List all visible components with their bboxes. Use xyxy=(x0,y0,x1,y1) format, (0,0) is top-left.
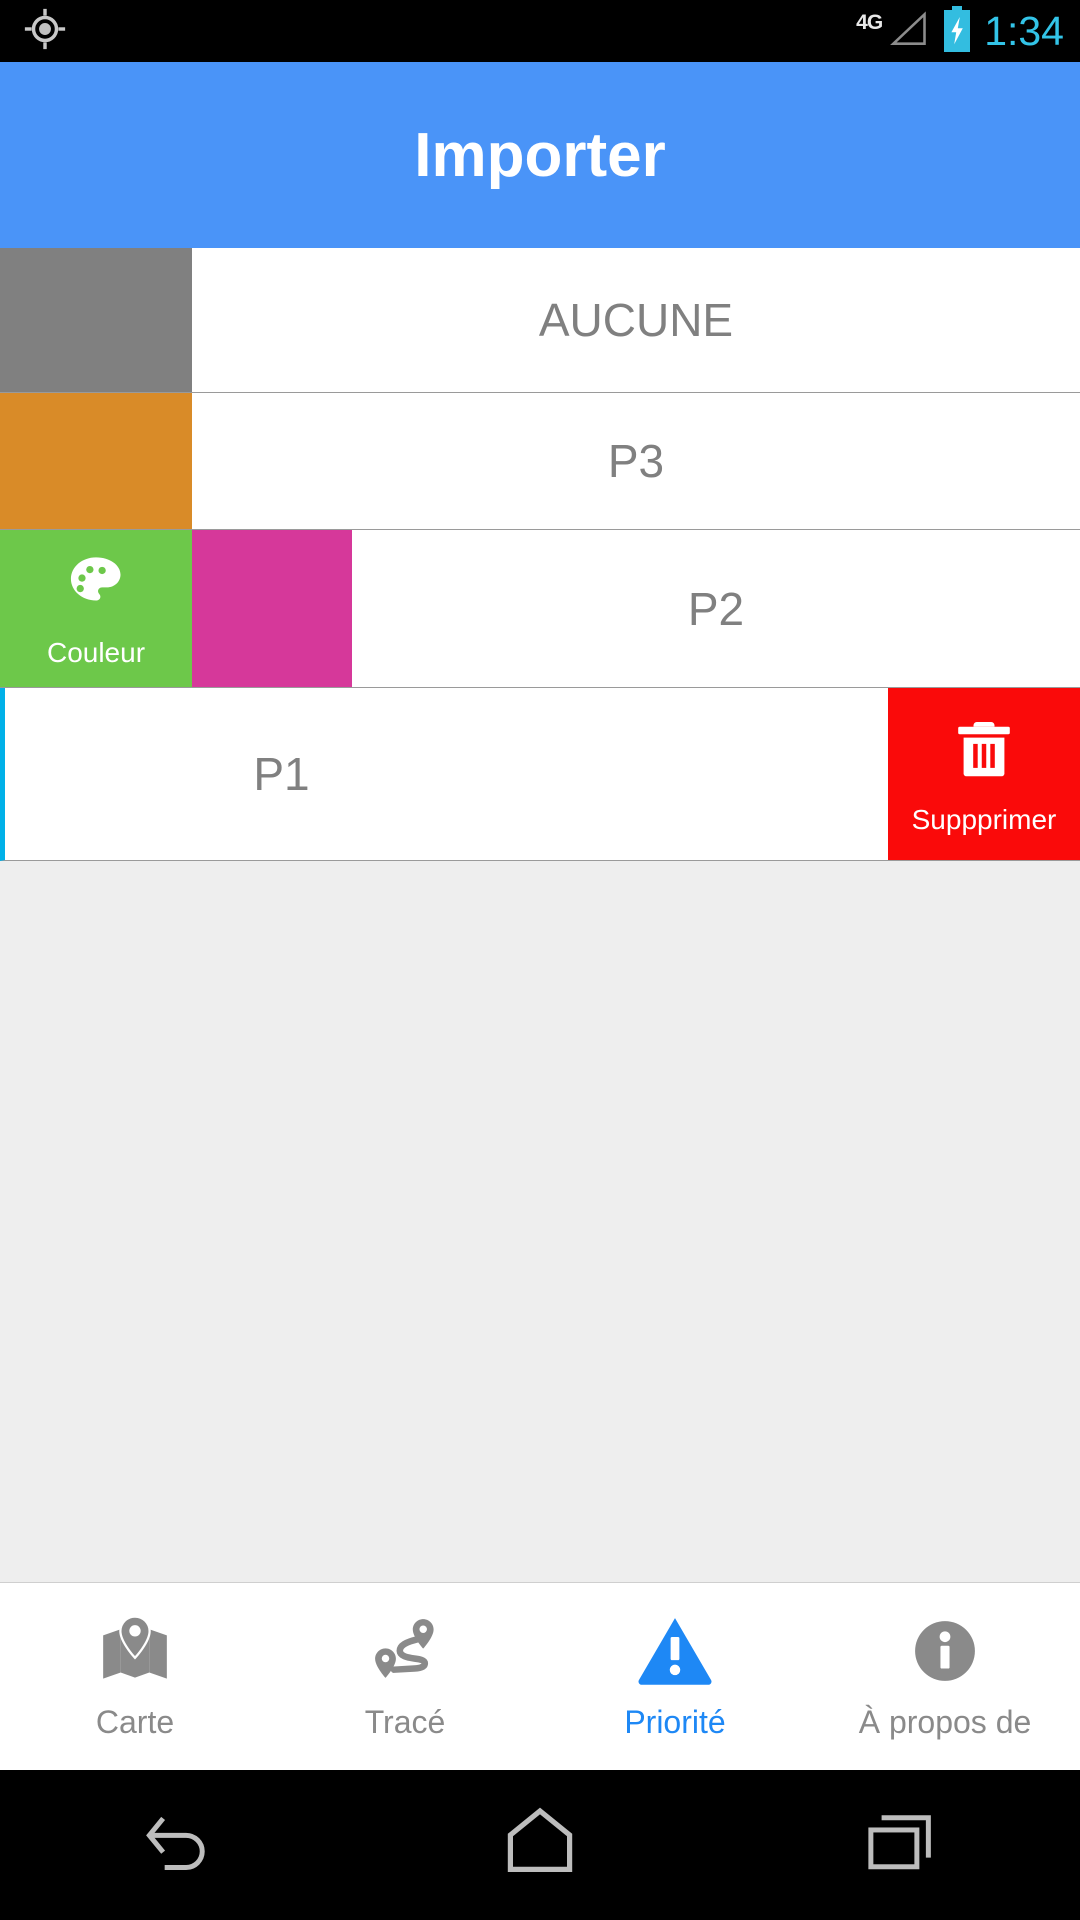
app-bar: Importer xyxy=(0,62,1080,248)
delete-action-button[interactable]: Suppprimer xyxy=(888,688,1080,860)
tab-label: Priorité xyxy=(624,1704,726,1740)
palette-icon xyxy=(61,548,131,623)
home-button[interactable] xyxy=(440,1770,640,1920)
table-row[interactable]: Couleur P2 xyxy=(0,530,1080,688)
battery-charging-icon xyxy=(940,5,974,58)
table-row[interactable]: P3 xyxy=(0,393,1080,530)
table-row[interactable]: AUCUNE xyxy=(0,248,1080,393)
row-label: P3 xyxy=(607,435,665,487)
trash-icon xyxy=(948,713,1020,790)
priority-list: AUCUNE P3 Couleur P2 P1 Suppprimer xyxy=(0,248,1080,861)
android-nav-bar xyxy=(0,1770,1080,1920)
table-row[interactable]: P1 Suppprimer xyxy=(0,688,1080,861)
row-label: P2 xyxy=(687,582,745,635)
home-icon xyxy=(492,1795,588,1896)
warning-triangle-icon xyxy=(633,1612,717,1690)
row-color-swatch[interactable] xyxy=(0,393,192,529)
signal-triangle-icon xyxy=(886,7,930,56)
color-action-button[interactable]: Couleur xyxy=(0,530,192,687)
tab-a-propos-de[interactable]: À propos de xyxy=(810,1583,1080,1770)
tab-carte[interactable]: Carte xyxy=(0,1583,270,1770)
recents-icon xyxy=(854,1797,946,1894)
back-arrow-icon xyxy=(134,1797,226,1894)
bottom-tab-bar: Carte Tracé Priorité À propos de xyxy=(0,1582,1080,1770)
tab-trace[interactable]: Tracé xyxy=(270,1583,540,1770)
status-bar-right: 4G 1:34 xyxy=(856,5,1064,58)
row-label: P1 xyxy=(253,748,310,800)
tab-label: Tracé xyxy=(364,1704,446,1740)
network-type-label: 4G xyxy=(856,10,883,34)
status-bar-left xyxy=(22,6,68,57)
tab-priorite[interactable]: Priorité xyxy=(540,1583,810,1770)
route-icon xyxy=(366,1612,444,1690)
tab-label: Carte xyxy=(95,1704,175,1740)
delete-action-label: Suppprimer xyxy=(911,803,1057,835)
gps-fixed-icon xyxy=(22,6,68,57)
page-title: Importer xyxy=(414,120,666,190)
recents-button[interactable] xyxy=(800,1770,1000,1920)
info-circle-icon xyxy=(906,1612,984,1690)
map-icon xyxy=(96,1612,174,1690)
row-label: AUCUNE xyxy=(538,294,734,346)
screen: 4G 1:34 Importer AUCUNE P3 Couleur P2 P1… xyxy=(0,0,1080,1920)
back-button[interactable] xyxy=(80,1770,280,1920)
status-bar: 4G 1:34 xyxy=(0,0,1080,62)
row-color-swatch[interactable] xyxy=(0,248,192,392)
clock-label: 1:34 xyxy=(984,7,1064,54)
row-color-swatch[interactable] xyxy=(192,530,352,687)
color-action-label: Couleur xyxy=(46,637,146,668)
tab-label: À propos de xyxy=(858,1704,1032,1740)
